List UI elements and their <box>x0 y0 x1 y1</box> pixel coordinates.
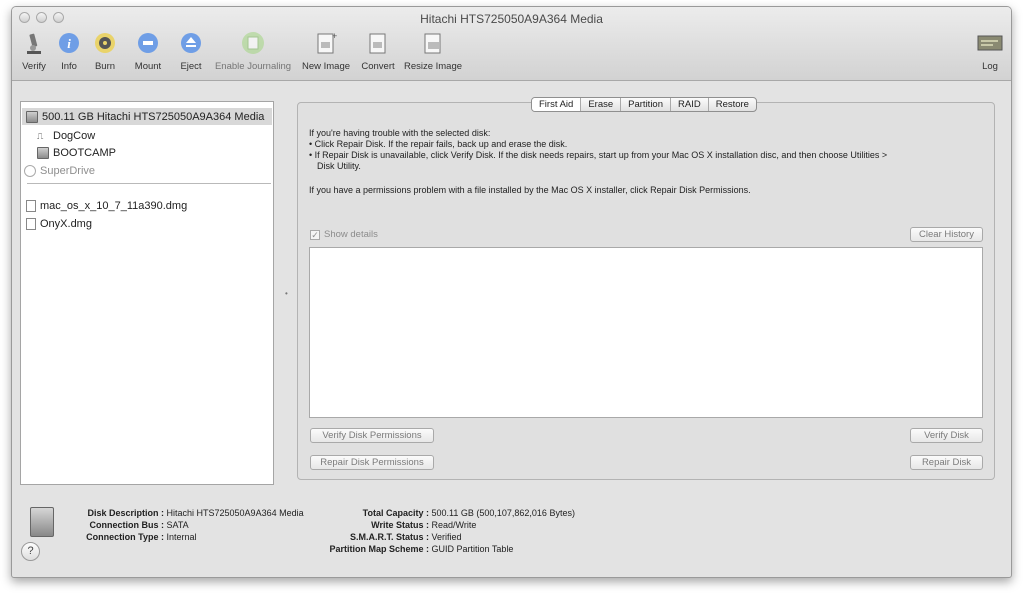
sidebar-item-onyx-dmg[interactable]: OnyX.dmg <box>26 215 92 232</box>
disk-sidebar: 500.11 GB Hitachi HTS725050A9A364 Media … <box>20 101 274 485</box>
eject-toolbar-button[interactable]: Eject <box>178 29 204 77</box>
enable-journaling-toolbar-button[interactable]: Enable Journaling <box>212 29 294 77</box>
burn-icon <box>91 29 119 57</box>
disk-description-row: Disk Description : Hitachi HTS725050A9A3… <box>87 508 304 518</box>
details-log-area[interactable] <box>309 247 983 418</box>
split-view-handle[interactable]: • <box>285 289 289 298</box>
disk-large-icon <box>30 507 54 537</box>
microscope-icon <box>20 29 48 57</box>
dmg-file-icon <box>26 199 36 212</box>
first-aid-intro: If you're having trouble with the select… <box>309 128 491 138</box>
sidebar-item-superdrive[interactable]: SuperDrive <box>24 162 95 179</box>
mount-icon <box>134 29 162 57</box>
title-bar: Hitachi HTS725050A9A364 Media Verify i I… <box>12 7 1011 81</box>
volume-icon: ⎍ <box>37 130 44 141</box>
partition-map-row: Partition Map Scheme : GUID Partition Ta… <box>329 544 514 554</box>
first-aid-bullet-verify: • If Repair Disk is unavailable, click V… <box>309 150 888 160</box>
svg-text:+: + <box>332 31 337 41</box>
eject-icon <box>177 29 205 57</box>
connection-bus-row: Connection Bus : SATA <box>89 520 189 530</box>
new-image-icon: + <box>312 29 340 57</box>
repair-disk-button[interactable]: Repair Disk <box>910 455 983 470</box>
verify-toolbar-button[interactable]: Verify <box>18 29 50 77</box>
verify-disk-permissions-button[interactable]: Verify Disk Permissions <box>310 428 434 443</box>
write-status-row: Write Status : Read/Write <box>371 520 477 530</box>
tab-erase[interactable]: Erase <box>581 98 622 111</box>
tab-restore[interactable]: Restore <box>709 98 756 111</box>
log-toolbar-button[interactable]: Log <box>977 29 1003 77</box>
svg-text:i: i <box>67 36 71 51</box>
verify-disk-button[interactable]: Verify Disk <box>910 428 983 443</box>
repair-disk-permissions-button[interactable]: Repair Disk Permissions <box>310 455 434 470</box>
volume-icon <box>37 146 49 159</box>
disk-utility-window: Hitachi HTS725050A9A364 Media Verify i I… <box>11 6 1012 578</box>
mount-toolbar-button[interactable]: Mount <box>132 29 164 77</box>
window-title: Hitachi HTS725050A9A364 Media <box>420 12 603 26</box>
convert-icon <box>364 29 392 57</box>
checkmark-icon: ✓ <box>310 229 320 240</box>
disk-info-bar: Disk Description : Hitachi HTS725050A9A3… <box>12 487 1011 577</box>
tab-bar: First Aid Erase Partition RAID Restore <box>531 97 757 112</box>
resize-image-toolbar-button[interactable]: Resize Image <box>400 29 466 77</box>
journaling-icon <box>239 29 267 57</box>
disk-icon <box>26 110 38 123</box>
convert-toolbar-button[interactable]: Convert <box>358 29 398 77</box>
optical-drive-icon <box>24 164 36 177</box>
first-aid-bullet-repair: • Click Repair Disk. If the repair fails… <box>309 139 568 149</box>
sidebar-item-dogcow[interactable]: ⎍ DogCow <box>37 127 95 144</box>
sidebar-divider <box>27 183 271 184</box>
resize-image-icon <box>419 29 447 57</box>
tab-partition[interactable]: Partition <box>621 98 671 111</box>
sidebar-item-mac-os-x-dmg[interactable]: mac_os_x_10_7_11a390.dmg <box>26 197 187 214</box>
sidebar-item-hitachi-disk[interactable]: 500.11 GB Hitachi HTS725050A9A364 Media <box>22 108 272 125</box>
burn-toolbar-button[interactable]: Burn <box>92 29 118 77</box>
connection-type-row: Connection Type : Internal <box>86 532 197 542</box>
show-details-checkbox[interactable]: ✓ Show details <box>310 229 378 240</box>
info-icon: i <box>55 29 83 57</box>
info-toolbar-button[interactable]: i Info <box>56 29 82 77</box>
clear-history-button[interactable]: Clear History <box>910 227 983 242</box>
tab-first-aid[interactable]: First Aid <box>532 98 582 111</box>
smart-status-row: S.M.A.R.T. Status : Verified <box>349 532 462 542</box>
first-aid-bullet-verify-cont: Disk Utility. <box>317 161 361 171</box>
new-image-toolbar-button[interactable]: + New Image <box>299 29 353 77</box>
sidebar-item-bootcamp[interactable]: BOOTCAMP <box>37 144 116 161</box>
first-aid-permissions-text: If you have a permissions problem with a… <box>309 185 751 195</box>
log-icon <box>976 29 1004 57</box>
dmg-file-icon <box>26 217 36 230</box>
tab-raid[interactable]: RAID <box>671 98 709 111</box>
help-button[interactable]: ? <box>21 542 40 561</box>
total-capacity-row: Total Capacity : 500.11 GB (500,107,862,… <box>362 508 575 518</box>
